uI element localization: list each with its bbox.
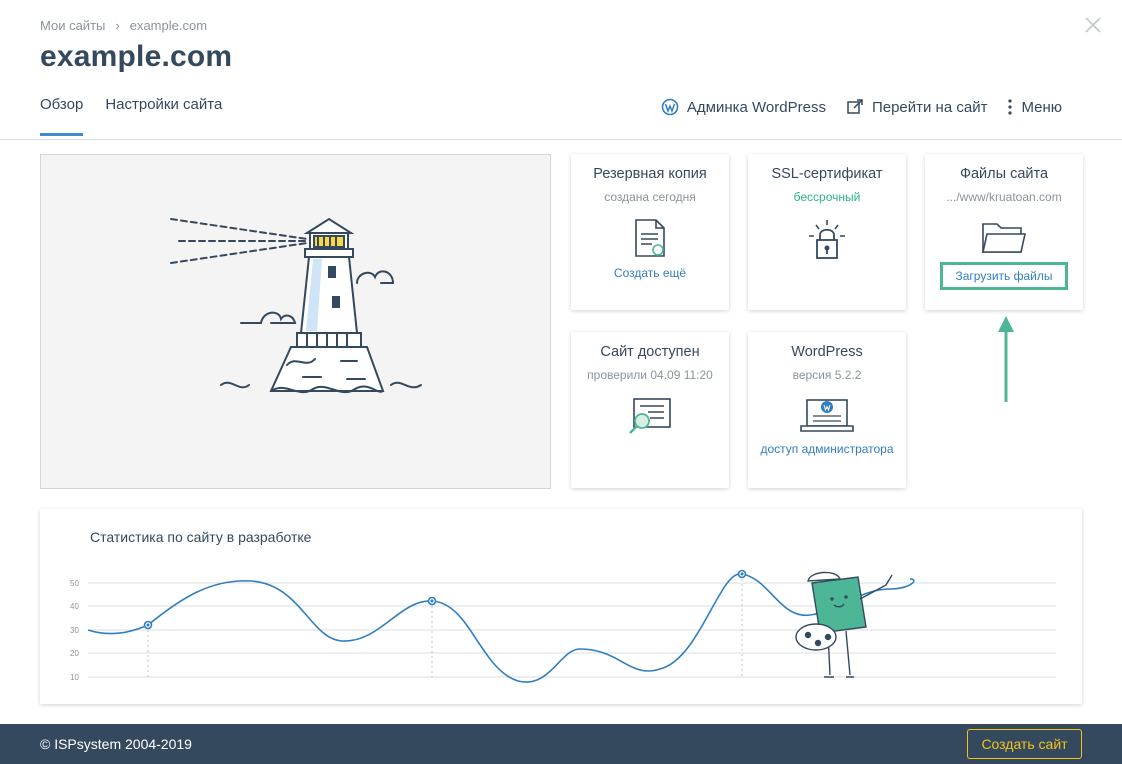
stats-illustration: 50 40 30 20 10 (70, 569, 1056, 683)
wp-admin-link[interactable]: Админка WordPress (661, 98, 826, 116)
header-divider (0, 139, 1122, 140)
document-icon (635, 219, 665, 257)
menu-button[interactable]: Меню (1007, 98, 1062, 116)
wordpress-card: WordPress версия 5.2.2 доступ администра… (748, 332, 906, 488)
backup-card: Резервная копия создана сегодня Создать … (571, 154, 729, 310)
breadcrumb-current: example.com (129, 18, 208, 33)
y-tick-30: 30 (70, 626, 79, 635)
search-certificate-icon (629, 398, 671, 434)
kebab-menu-icon (1008, 99, 1013, 115)
external-link-icon (847, 99, 863, 114)
goto-site-label: Перейти на сайт (871, 98, 988, 116)
header-actions: Админка WordPress Перейти на сайт Меню (661, 98, 1062, 116)
availability-subtitle: проверили 04.09 11:20 (587, 368, 713, 382)
wordpress-subtitle: версия 5.2.2 (792, 368, 862, 382)
admin-access-link[interactable]: доступ администратора (748, 442, 906, 456)
backup-title: Резервная копия (593, 166, 707, 182)
create-backup-link[interactable]: Создать ещё (571, 266, 729, 280)
close-icon (1085, 17, 1101, 33)
y-tick-40: 40 (70, 602, 79, 611)
stats-panel: Статистика по сайту в разработке 50 40 3… (40, 509, 1082, 704)
files-subtitle: .../www/kruatoan.com (946, 190, 1062, 204)
goto-site-link[interactable]: Перейти на сайт (846, 98, 988, 116)
y-tick-10: 10 (70, 673, 79, 682)
availability-card: Сайт доступен проверили 04.09 11:20 (571, 332, 729, 488)
y-tick-20: 20 (70, 649, 79, 658)
arrow-up-icon (998, 316, 1014, 402)
copyright: © ISPsystem 2004-2019 (40, 736, 192, 752)
wp-admin-label: Админка WordPress (686, 98, 826, 116)
files-title: Файлы сайта (959, 166, 1049, 182)
wordpress-title: WordPress (791, 344, 863, 360)
folder-icon (982, 223, 1026, 253)
painter-mascot (795, 571, 893, 678)
stats-curve (87, 573, 915, 683)
tab-overview[interactable]: Обзор (40, 96, 84, 136)
files-card: Файлы сайта .../www/kruatoan.com Загрузи… (925, 154, 1083, 310)
breadcrumb-root[interactable]: Мои сайты (40, 18, 105, 33)
tab-bar: Обзор Настройки сайта (40, 96, 222, 136)
breadcrumb-separator: › (115, 18, 120, 33)
close-button[interactable] (1082, 14, 1104, 36)
tab-site-settings[interactable]: Настройки сайта (105, 96, 222, 135)
lighthouse-illustration (170, 217, 422, 394)
breadcrumb: Мои сайты › example.com (40, 18, 207, 33)
create-site-button[interactable]: Создать сайт (967, 729, 1082, 759)
site-preview (40, 154, 551, 489)
backup-subtitle: создана сегодня (604, 190, 696, 204)
ssl-card: SSL-сертификат бессрочный (748, 154, 906, 310)
y-tick-50: 50 (70, 579, 79, 588)
menu-label: Меню (1021, 98, 1062, 116)
lock-icon (809, 220, 845, 259)
page-title: example.com (40, 40, 233, 73)
wordpress-icon (661, 98, 679, 116)
upload-files-button[interactable]: Загрузить файлы (940, 262, 1068, 290)
footer: © ISPsystem 2004-2019 Создать сайт (0, 724, 1122, 764)
ssl-title: SSL-сертификат (771, 166, 883, 182)
laptop-wordpress-icon (800, 399, 854, 432)
ssl-subtitle: бессрочный (793, 190, 861, 204)
availability-title: Сайт доступен (600, 344, 700, 360)
